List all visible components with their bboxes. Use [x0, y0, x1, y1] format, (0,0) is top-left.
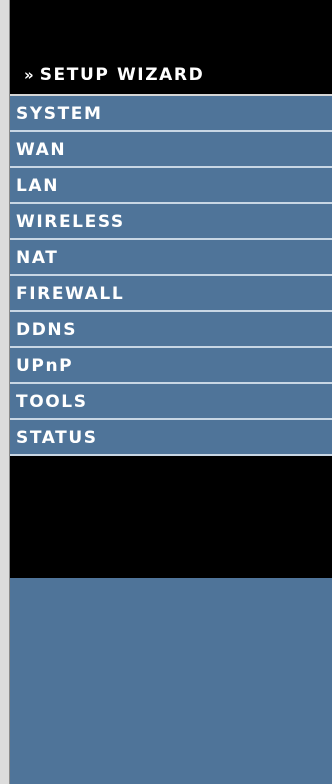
- nav-item-wan[interactable]: WAN: [10, 132, 332, 168]
- nav-item-label: SETUP WIZARD: [39, 65, 205, 85]
- nav-item-wireless[interactable]: WIRELESS: [10, 204, 332, 240]
- nav-item-lan[interactable]: LAN: [10, 168, 332, 204]
- nav-item-status[interactable]: STATUS: [10, 420, 332, 456]
- nav-item-system[interactable]: SYSTEM: [10, 96, 332, 132]
- nav-item-label: SYSTEM: [16, 104, 103, 124]
- nav-item-tools[interactable]: TOOLS: [10, 384, 332, 420]
- nav-item-firewall[interactable]: FIREWALL: [10, 276, 332, 312]
- nav-item-label: UPnP: [16, 356, 74, 376]
- nav-item-label: WIRELESS: [16, 212, 125, 232]
- nav-item-label: WAN: [16, 140, 67, 160]
- main-navigation: » SETUP WIZARD SYSTEM WAN LAN WIRELESS NA…: [10, 0, 332, 784]
- nav-item-setup-wizard[interactable]: » SETUP WIZARD: [10, 52, 332, 96]
- left-edge-border: [0, 0, 10, 784]
- nav-item-label: FIREWALL: [16, 284, 125, 304]
- nav-header-spacer: [10, 0, 332, 52]
- nav-item-label: LAN: [16, 176, 60, 196]
- nav-item-nat[interactable]: NAT: [10, 240, 332, 276]
- nav-item-label: NAT: [16, 248, 59, 268]
- nav-empty-area: [10, 578, 332, 784]
- nav-item-label: STATUS: [16, 428, 98, 448]
- nav-item-label: TOOLS: [16, 392, 88, 412]
- nav-item-upnp[interactable]: UPnP: [10, 348, 332, 384]
- router-admin-sidebar: » SETUP WIZARD SYSTEM WAN LAN WIRELESS NA…: [0, 0, 332, 784]
- nav-item-label: DDNS: [16, 320, 78, 340]
- nav-item-ddns[interactable]: DDNS: [10, 312, 332, 348]
- active-arrow-icon: »: [24, 66, 34, 84]
